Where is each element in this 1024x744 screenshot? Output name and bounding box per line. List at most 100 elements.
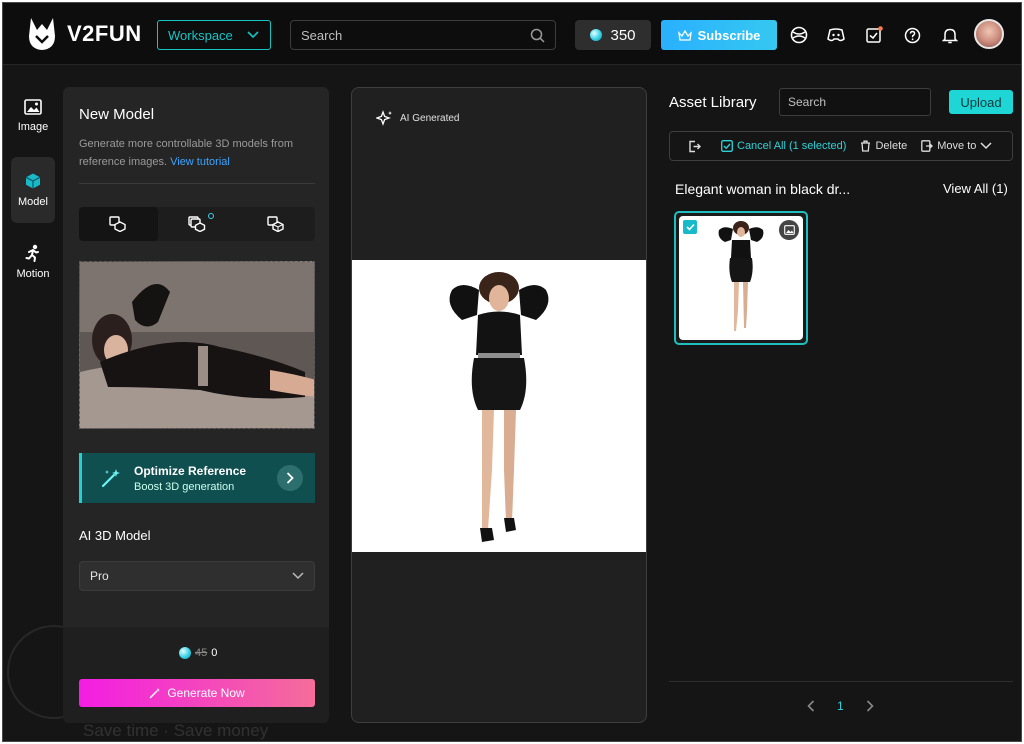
tab-multi-view[interactable]	[158, 207, 237, 241]
search-icon	[530, 28, 545, 43]
rail-item-model[interactable]: Model	[11, 157, 55, 223]
optimize-subtitle: Boost 3D generation	[134, 480, 235, 493]
crown-icon	[677, 29, 692, 41]
pagination: 1	[807, 699, 874, 713]
generation-cost: 45 0	[179, 647, 217, 659]
community-icon[interactable]	[788, 24, 810, 46]
wand-icon	[150, 688, 161, 699]
ai-generated-badge: AI Generated	[376, 110, 459, 126]
model-select[interactable]: Pro	[79, 561, 315, 591]
view-all-link[interactable]: View All (1)	[943, 181, 1008, 196]
library-search-input[interactable]	[788, 95, 943, 109]
asset-card[interactable]	[674, 211, 808, 345]
watermark-text: Save time · Save money	[83, 721, 269, 740]
new-badge-dot	[208, 213, 215, 219]
cancel-all-label: Cancel All (1 selected)	[737, 140, 847, 152]
magic-wand-icon	[101, 469, 120, 488]
divider	[79, 183, 315, 184]
subscribe-button[interactable]: Subscribe	[661, 20, 777, 50]
generate-now-button[interactable]: Generate Now	[79, 679, 315, 707]
chevron-left-icon[interactable]	[807, 700, 815, 712]
trash-icon	[861, 140, 871, 152]
delete-button[interactable]: Delete	[860, 140, 907, 152]
single-cube-icon	[109, 216, 127, 232]
chevron-down-icon	[247, 31, 259, 39]
workspace-dropdown[interactable]: Workspace	[157, 20, 271, 50]
generated-preview-image[interactable]	[352, 260, 646, 552]
chevron-down-icon	[292, 572, 304, 580]
exit-selection-button[interactable]	[688, 140, 701, 153]
chevron-down-icon	[980, 142, 992, 150]
view-tutorial-link[interactable]: View tutorial	[170, 156, 230, 168]
tab-single-view[interactable]	[79, 207, 158, 241]
brand-name: V2FUN	[67, 21, 142, 46]
chevron-right-icon[interactable]	[277, 465, 303, 491]
discord-icon[interactable]	[825, 24, 847, 46]
exit-icon	[689, 140, 701, 152]
library-search[interactable]	[779, 88, 943, 116]
panel-description: Generate more controllable 3D models fro…	[79, 135, 319, 171]
brand-logo[interactable]: V2FUN	[25, 15, 142, 53]
ai-3d-model-label: AI 3D Model	[79, 528, 151, 543]
rail-item-label: Motion	[16, 268, 50, 280]
cost-current: 0	[211, 647, 218, 659]
panel-title: New Model	[79, 106, 155, 123]
move-icon	[921, 140, 934, 152]
avatar[interactable]	[974, 19, 1004, 49]
rail-item-motion[interactable]: Motion	[11, 229, 55, 295]
credits-balance[interactable]: 350	[575, 20, 651, 50]
app-window: V2FUN Workspace 350 Subscribe	[2, 2, 1022, 742]
divider	[669, 681, 1013, 682]
move-to-label: Move to	[937, 140, 977, 152]
reference-image[interactable]	[79, 261, 315, 429]
coin-icon	[179, 647, 191, 659]
image-type-icon	[779, 220, 799, 240]
cost-original: 45	[195, 647, 208, 659]
cube-icon	[25, 173, 41, 189]
workspace-label: Workspace	[168, 27, 233, 43]
current-page[interactable]: 1	[837, 699, 844, 713]
top-bar: V2FUN Workspace 350 Subscribe	[3, 3, 1021, 65]
bell-icon[interactable]	[939, 24, 961, 46]
checkbox-checked-icon	[721, 140, 733, 152]
multi-view-icon	[188, 216, 206, 232]
global-search[interactable]	[290, 20, 556, 50]
rail-item-image[interactable]: Image	[11, 83, 55, 149]
subscribe-label: Subscribe	[697, 27, 761, 43]
optimize-reference-card[interactable]: Optimize Reference Boost 3D generation	[79, 453, 315, 503]
library-toolbar: Cancel All (1 selected) Delete Move to	[669, 131, 1013, 161]
help-icon[interactable]	[901, 24, 923, 46]
rail-item-label: Model	[18, 196, 48, 208]
optimize-title: Optimize Reference	[134, 463, 247, 478]
delete-label: Delete	[875, 140, 908, 152]
move-to-dropdown[interactable]: Move to	[921, 140, 992, 152]
ai-generated-label: AI Generated	[400, 112, 460, 124]
chevron-right-icon[interactable]	[866, 700, 874, 712]
global-search-input[interactable]	[301, 27, 530, 43]
upload-button[interactable]: Upload	[949, 90, 1013, 114]
image-icon	[24, 99, 42, 115]
view-mode-tabs	[79, 207, 315, 241]
preview-panel: AI Generated	[351, 87, 647, 723]
reference-photo-illustration	[80, 262, 314, 428]
asset-selected-checkbox[interactable]	[683, 220, 697, 234]
cancel-all-button[interactable]: Cancel All (1 selected)	[721, 140, 846, 152]
running-figure-icon	[25, 244, 39, 262]
asset-library-title: Asset Library	[669, 94, 757, 111]
generate-label: Generate Now	[167, 686, 245, 700]
woman-figure-illustration	[449, 272, 549, 542]
coin-icon	[590, 29, 603, 41]
check-icon	[685, 223, 695, 231]
image-to-cube-icon	[266, 216, 284, 232]
credits-value: 350	[610, 26, 636, 44]
model-select-value: Pro	[90, 569, 109, 583]
rabbit-logo-icon	[29, 18, 55, 50]
asset-group-title: Elegant woman in black dr...	[675, 181, 851, 197]
tab-text-to-3d[interactable]	[236, 207, 315, 241]
sparkle-icon	[376, 110, 392, 126]
new-model-panel: New Model Generate more controllable 3D …	[63, 87, 329, 723]
asset-thumbnail	[679, 216, 803, 340]
panel-footer: 45 0 Generate Now	[63, 627, 329, 723]
tasks-icon[interactable]	[863, 24, 885, 46]
rail-item-label: Image	[17, 121, 49, 133]
